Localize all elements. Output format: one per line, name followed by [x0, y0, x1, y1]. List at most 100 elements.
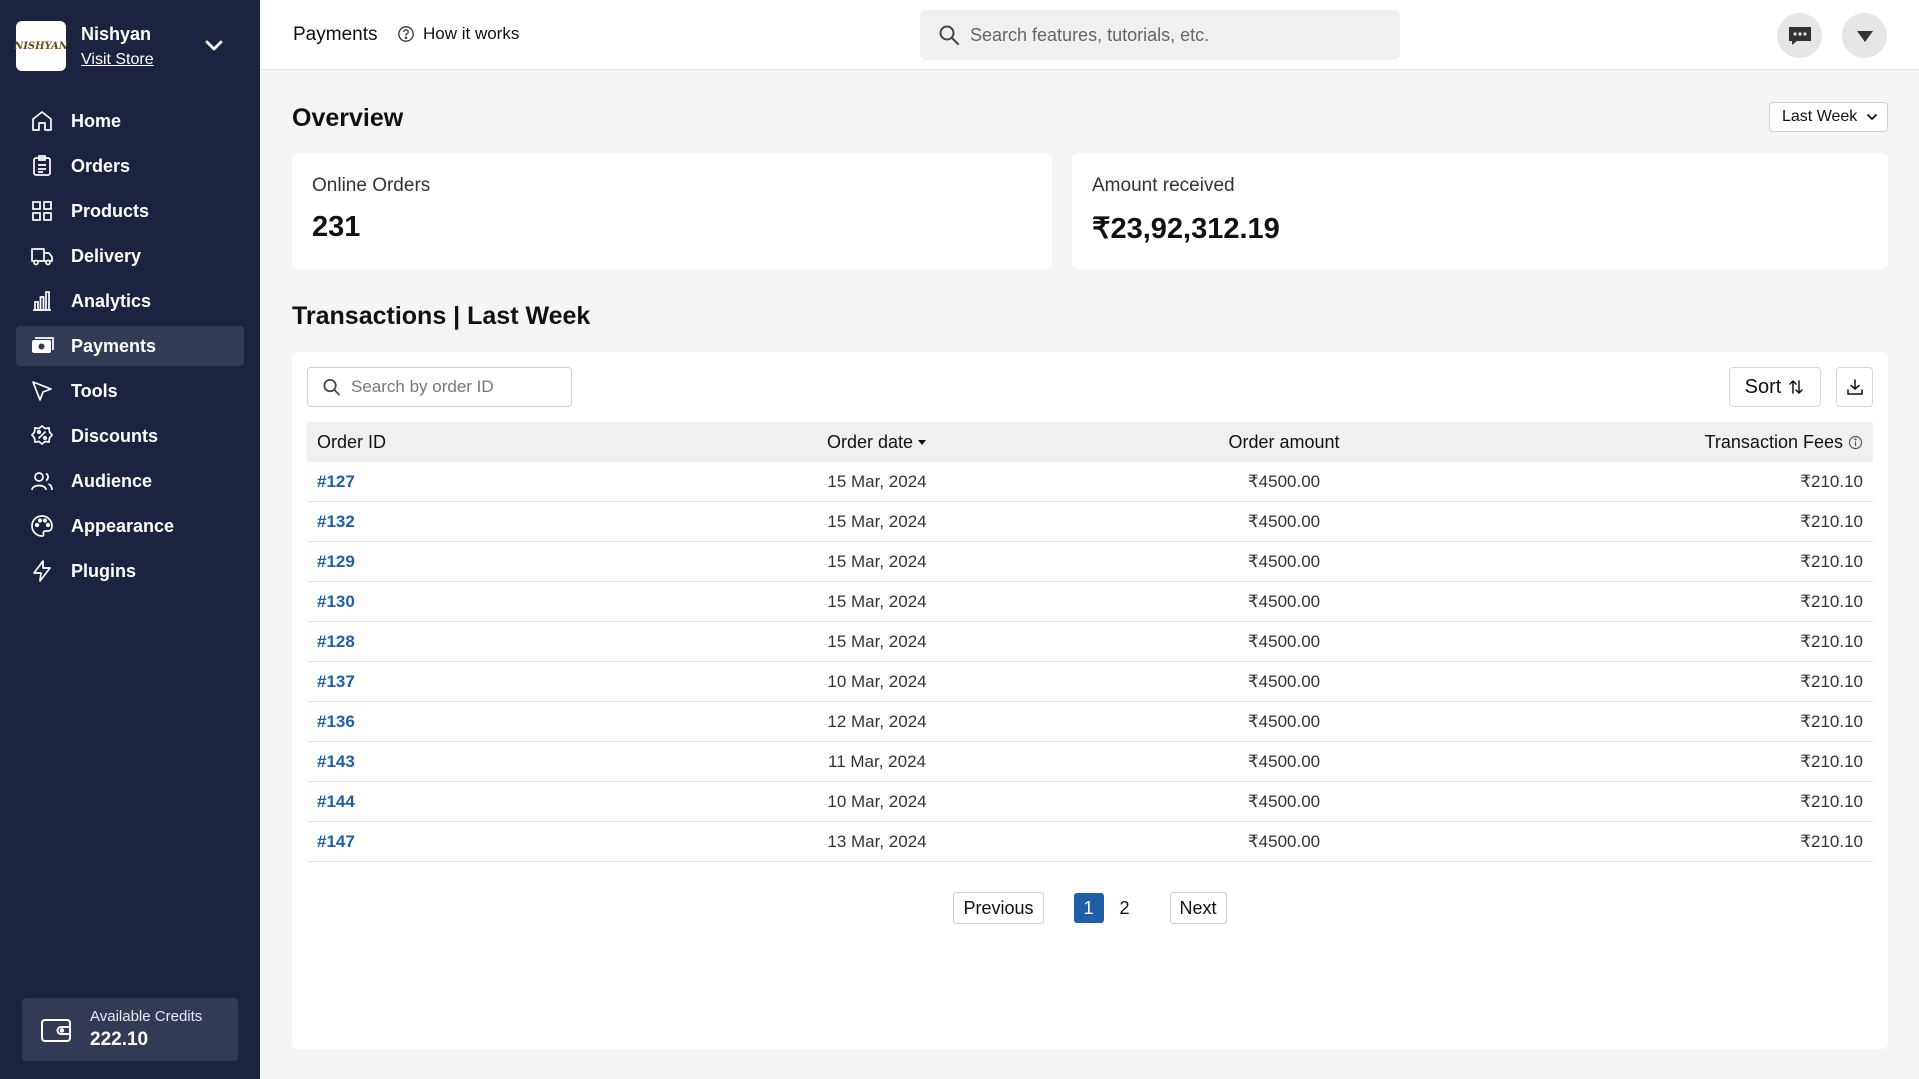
- account-menu-button[interactable]: [1842, 13, 1887, 58]
- store-logo-text: NISHYAN: [14, 40, 68, 52]
- caret-down-icon: [1856, 30, 1873, 42]
- sidebar-item-label: Appearance: [71, 515, 175, 536]
- transactions-panel: Sort Order ID Order date Order amount Tr…: [292, 352, 1888, 1049]
- table-row: #129 15 Mar, 2024 ₹4500.00 ₹210.10: [307, 542, 1873, 582]
- order-amount: ₹4500.00: [1247, 591, 1321, 611]
- download-button[interactable]: [1836, 367, 1873, 407]
- sidebar-item-products[interactable]: Products: [16, 191, 244, 231]
- sidebar-item-label: Plugins: [71, 560, 137, 581]
- table-row: #132 15 Mar, 2024 ₹4500.00 ₹210.10: [307, 502, 1873, 542]
- sidebar-item-label: Products: [71, 200, 150, 221]
- how-it-works-link[interactable]: How it works: [397, 24, 519, 44]
- page-1-button[interactable]: 1: [1073, 893, 1104, 923]
- sidebar-item-label: Delivery: [71, 245, 142, 266]
- global-search[interactable]: [920, 10, 1400, 60]
- credits-label: Available Credits: [90, 1008, 203, 1025]
- order-amount: ₹4500.00: [1247, 631, 1321, 651]
- sort-button[interactable]: Sort: [1729, 367, 1821, 407]
- sidebar-item-label: Analytics: [71, 290, 152, 311]
- how-it-works-label: How it works: [423, 24, 520, 43]
- order-id-link[interactable]: #143: [317, 752, 355, 771]
- overview-title: Overview: [292, 104, 404, 132]
- transaction-fees: ₹210.10: [1800, 791, 1863, 811]
- card-label: Online Orders: [312, 175, 431, 196]
- sidebar-item-audience[interactable]: Audience: [16, 461, 244, 501]
- card-value: ₹23,92,312.19: [1092, 213, 1280, 245]
- sidebar-item-label: Home: [71, 110, 122, 131]
- column-header-label: Order date: [826, 431, 914, 452]
- order-amount: ₹4500.00: [1247, 711, 1321, 731]
- search-icon: [939, 25, 959, 45]
- table-row: #144 10 Mar, 2024 ₹4500.00 ₹210.10: [307, 782, 1873, 822]
- truck-icon: [31, 248, 53, 266]
- transaction-fees: ₹210.10: [1800, 671, 1863, 691]
- store-logo: NISHYAN: [14, 21, 68, 71]
- order-id-link[interactable]: #136: [317, 712, 355, 731]
- chat-icon: [1788, 26, 1811, 45]
- search-icon: [323, 379, 340, 396]
- order-date: 15 Mar, 2024: [827, 471, 927, 491]
- order-id-link[interactable]: #144: [317, 792, 355, 811]
- period-select[interactable]: Last Week: [1769, 102, 1888, 132]
- transaction-fees: ₹210.10: [1800, 711, 1863, 731]
- order-amount: ₹4500.00: [1247, 751, 1321, 771]
- page-2-button[interactable]: 2: [1110, 893, 1140, 923]
- order-id-link[interactable]: #129: [317, 552, 355, 571]
- order-id-link[interactable]: #130: [317, 592, 355, 611]
- sidebar-item-delivery[interactable]: Delivery: [16, 236, 244, 276]
- order-date: 10 Mar, 2024: [827, 791, 927, 811]
- download-icon: [1846, 379, 1863, 395]
- table-row: #147 13 Mar, 2024 ₹4500.00 ₹210.10: [307, 822, 1873, 862]
- column-header-order-date[interactable]: Order date: [717, 432, 1037, 453]
- column-header-order-amount[interactable]: Order amount: [1037, 432, 1531, 453]
- table-row: #130 15 Mar, 2024 ₹4500.00 ₹210.10: [307, 582, 1873, 622]
- previous-page-button[interactable]: Previous: [953, 892, 1044, 924]
- order-id-link[interactable]: #137: [317, 672, 355, 691]
- order-search[interactable]: [307, 367, 572, 407]
- transactions-table: Order ID Order date Order amount Transac…: [307, 422, 1873, 862]
- sidebar-item-label: Tools: [71, 380, 118, 401]
- table-row: #143 11 Mar, 2024 ₹4500.00 ₹210.10: [307, 742, 1873, 782]
- order-id-link[interactable]: #127: [317, 472, 355, 491]
- discount-icon: [30, 424, 54, 446]
- table-header: Order ID Order date Order amount Transac…: [307, 422, 1873, 462]
- chevron-down-icon[interactable]: [202, 34, 226, 58]
- plugins-icon: [33, 560, 51, 582]
- card-value: 231: [312, 211, 361, 243]
- next-page-button[interactable]: Next: [1169, 892, 1227, 924]
- order-amount: ₹4500.00: [1247, 671, 1321, 691]
- table-row: #136 12 Mar, 2024 ₹4500.00 ₹210.10: [307, 702, 1873, 742]
- order-date: 13 Mar, 2024: [827, 831, 927, 851]
- order-amount: ₹4500.00: [1247, 551, 1321, 571]
- audience-icon: [31, 472, 53, 491]
- order-id-link[interactable]: #128: [317, 632, 355, 651]
- column-header-transaction-fees[interactable]: Transaction Fees: [1531, 432, 1873, 453]
- sidebar-item-orders[interactable]: Orders: [16, 146, 244, 186]
- order-id-link[interactable]: #132: [317, 512, 355, 531]
- sidebar-nav: Home Orders Products Delivery Analytics …: [16, 101, 244, 596]
- pagination: Previous 1 2 Next: [292, 892, 1888, 924]
- sidebar-item-home[interactable]: Home: [16, 101, 244, 141]
- chat-button[interactable]: [1777, 13, 1822, 58]
- order-id-link[interactable]: #147: [317, 832, 355, 851]
- available-credits[interactable]: Available Credits 222.10: [22, 998, 238, 1061]
- search-input[interactable]: [970, 24, 1390, 46]
- store-switcher[interactable]: NISHYAN Nishyan Visit Store: [14, 20, 244, 72]
- order-search-input[interactable]: [351, 377, 571, 397]
- help-circle-icon: [398, 26, 414, 42]
- sidebar-item-payments[interactable]: Payments: [16, 326, 244, 366]
- sidebar-item-plugins[interactable]: Plugins: [16, 551, 244, 591]
- sidebar-item-appearance[interactable]: Appearance: [16, 506, 244, 546]
- sidebar-item-analytics[interactable]: Analytics: [16, 281, 244, 321]
- sort-icon: [1789, 379, 1804, 395]
- info-icon[interactable]: [1848, 435, 1863, 450]
- sidebar: NISHYAN Nishyan Visit Store Home Orders …: [0, 0, 260, 1079]
- visit-store-link[interactable]: Visit Store: [81, 51, 154, 69]
- transaction-fees: ₹210.10: [1800, 631, 1863, 651]
- order-amount: ₹4500.00: [1247, 831, 1321, 851]
- column-header-order-id[interactable]: Order ID: [307, 432, 717, 453]
- sidebar-item-discounts[interactable]: Discounts: [16, 416, 244, 456]
- order-date: 15 Mar, 2024: [827, 511, 927, 531]
- sidebar-item-tools[interactable]: Tools: [16, 371, 244, 411]
- transaction-fees: ₹210.10: [1800, 751, 1863, 771]
